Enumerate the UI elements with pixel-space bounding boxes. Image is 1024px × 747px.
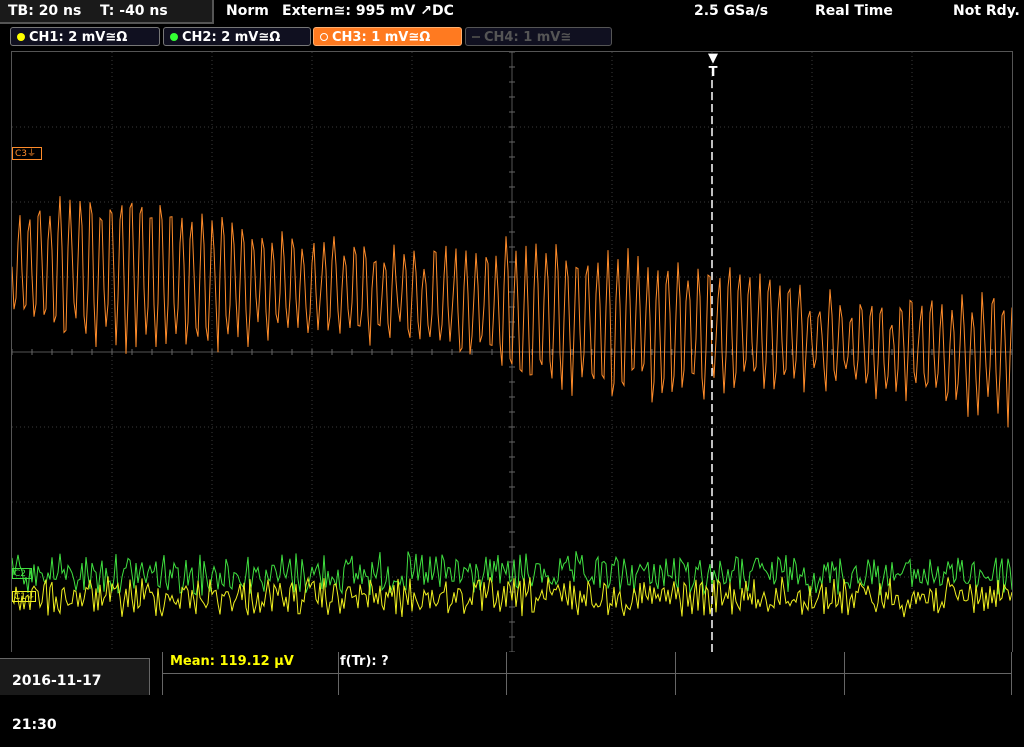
ch2-dot-icon bbox=[170, 33, 178, 41]
ch1-dot-icon bbox=[17, 33, 25, 41]
measurement-divider bbox=[162, 673, 1011, 674]
ch3-dot-icon bbox=[320, 33, 328, 41]
ch2-level-marker[interactable]: C2 bbox=[12, 568, 32, 579]
status-bar: TB: 20 ns T: -40 ns Norm Extern≅: 995 mV… bbox=[0, 0, 1024, 24]
channel-tabs: CH1: 2 mV≅Ω CH2: 2 mV≅Ω CH3: 1 mV≅Ω CH4:… bbox=[0, 26, 1024, 50]
tab-ch1[interactable]: CH1: 2 mV≅Ω bbox=[10, 27, 160, 46]
timebase-box[interactable]: TB: 20 ns T: -40 ns bbox=[0, 0, 214, 24]
ch4-label: CH4: 1 mV≅ bbox=[484, 30, 572, 45]
trigger-source-label[interactable]: Extern≅: 995 mV ↗DC bbox=[282, 3, 454, 19]
tab-ch4[interactable]: CH4: 1 mV≅ bbox=[465, 27, 612, 46]
mean-measurement: Mean: 119.12 µV bbox=[170, 654, 294, 669]
acquisition-mode-label[interactable]: Real Time bbox=[815, 3, 893, 19]
trigger-time-label: T: -40 ns bbox=[100, 3, 168, 19]
datetime-display: 2016-11-17 21:30 bbox=[0, 658, 150, 733]
measurement-bar: 2016-11-17 21:30 Mean: 119.12 µV f(Tr): … bbox=[0, 652, 1024, 733]
ch3-level-marker[interactable]: C3⏚ bbox=[12, 147, 42, 160]
trigger-mode-label[interactable]: Norm bbox=[226, 3, 269, 19]
trigger-arrow-icon: ▼ bbox=[708, 51, 718, 66]
waveform-svg bbox=[11, 51, 1013, 653]
sample-rate-label: 2.5 GSa/s bbox=[694, 3, 769, 19]
ch2-label: CH2: 2 mV≅Ω bbox=[182, 30, 281, 45]
ch1-level-marker[interactable]: C1⏚ bbox=[12, 591, 36, 602]
tab-ch3[interactable]: CH3: 1 mV≅Ω bbox=[313, 27, 462, 46]
frequency-measurement: f(Tr): ? bbox=[340, 654, 389, 669]
ch1-label: CH1: 2 mV≅Ω bbox=[29, 30, 128, 45]
timebase-label: TB: 20 ns bbox=[8, 3, 82, 19]
trigger-marker-label: T bbox=[708, 65, 718, 80]
waveform-display[interactable]: C3⏚ C2 C1⏚ ▼ T bbox=[11, 51, 1013, 653]
ch3-label: CH3: 1 mV≅Ω bbox=[332, 30, 431, 45]
ready-status-label: Not Rdy. bbox=[953, 3, 1020, 19]
ch4-dot-icon bbox=[472, 36, 480, 38]
tab-ch2[interactable]: CH2: 2 mV≅Ω bbox=[163, 27, 311, 46]
trigger-position-marker[interactable]: ▼ T bbox=[706, 52, 720, 80]
